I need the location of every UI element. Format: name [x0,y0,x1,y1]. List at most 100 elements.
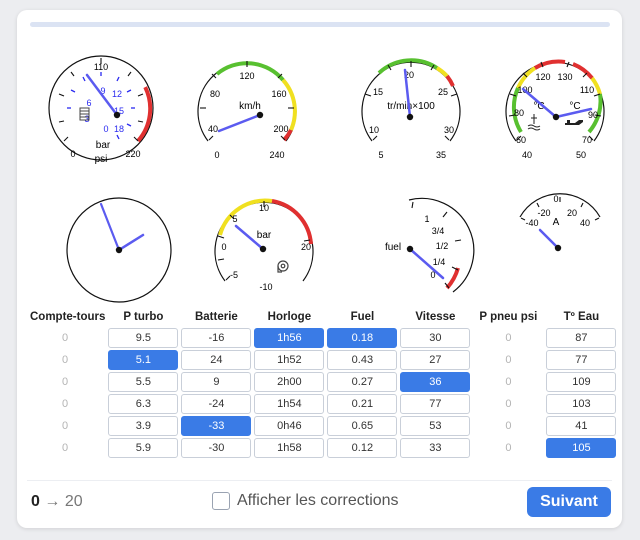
answer-cell: 0 [61,354,69,366]
gauge-tick-label: 70 [582,135,592,145]
gauge-temperature[interactable]: 40 60 80 100 120 130 110 90 70 50 °C °C [501,54,609,162]
quiz-card: 0 110 220 9 12 6 15 3 0 18 bar psi 40 80… [17,10,622,528]
answer-cell[interactable]: 0.27 [327,372,398,392]
answer-cell[interactable]: 1h52 [254,350,325,370]
gauge-tick-label: 5 [378,150,383,160]
answer-cell[interactable]: 9 [181,372,252,392]
table-row: 0 5.5 9 2h00 0.27 36 0 109 [30,372,617,392]
answer-cell[interactable]: 0.65 [327,416,398,436]
gauge-tick-label: 80 [210,89,220,99]
gauge-inner-tick-label: 0 [103,124,108,134]
answer-cell[interactable]: 0.21 [327,394,398,414]
answer-cell[interactable]: 41 [546,416,617,436]
answer-cell[interactable]: 30 [400,328,471,348]
answer-cell[interactable]: 77 [400,394,471,414]
gauge-tick-label: 80 [514,108,524,118]
answer-cell[interactable]: 1h58 [254,438,325,458]
answer-cell[interactable]: 109 [546,372,617,392]
gauge-tick-label: 15 [373,87,383,97]
gauge-tick-label: 220 [125,149,140,159]
gauge-needle [538,228,560,250]
answer-cell[interactable]: 24 [181,350,252,370]
answer-cell[interactable]: 5.1 [108,350,179,370]
answer-cell[interactable]: 3.9 [108,416,179,436]
gauge-tick-label: 35 [436,150,446,160]
table-row: 0 5.9 -30 1h58 0.12 33 0 105 [30,438,617,458]
gauge-unit-label: tr/min×100 [387,101,435,112]
column-header: Batterie [194,311,238,323]
answer-cell[interactable]: 6.3 [108,394,179,414]
answer-cell[interactable]: 5.9 [108,438,179,458]
answer-cell[interactable]: 0h46 [254,416,325,436]
gauge-unit-label: A [553,217,560,228]
answer-cell: 0 [61,442,69,454]
answer-cell: 0 [505,398,512,410]
answer-cell[interactable]: 27 [400,350,471,370]
question-counter: 0 → 20 [31,493,83,511]
answer-cell: 0 [505,442,512,454]
answer-cell[interactable]: 1h56 [254,328,325,348]
column-header: Fuel [350,311,375,323]
answer-table: Compte-tours P turbo Batterie Horloge Fu… [27,306,619,460]
answer-cell[interactable]: 77 [546,350,617,370]
gauge-tick-label: 130 [557,72,572,82]
answer-cell[interactable]: 36 [400,372,471,392]
answer-cell[interactable]: 0.43 [327,350,398,370]
answer-cell: 0 [61,376,69,388]
answer-cell: 0 [505,332,512,344]
gauge-tick-label: 60 [516,135,526,145]
answer-cell[interactable]: -33 [181,416,252,436]
answer-cell[interactable]: 87 [546,328,617,348]
gauge-tick-label: 25 [438,87,448,97]
gauge-tick-label: 110 [580,85,594,95]
answer-cell[interactable]: 9.5 [108,328,179,348]
answer-cell: 0 [61,420,69,432]
gauge-battery[interactable]: -40 -20 0 20 40 A [510,192,610,262]
show-corrections-toggle[interactable]: Afficher les corrections [212,492,399,510]
answer-cell[interactable]: 103 [546,394,617,414]
answer-cell[interactable]: 33 [400,438,471,458]
gauge-tick-label: 240 [269,150,284,160]
answer-cell: 0 [505,420,512,432]
gauge-tick-label: 160 [271,89,286,99]
answer-cell: 0 [505,354,512,366]
gauge-tick-label: 40 [580,218,590,228]
gauge-rpm[interactable]: 5 10 15 20 25 30 35 tr/min×100 [357,54,465,162]
gauge-unit-label: fuel [385,242,401,253]
column-header: Vitesse [415,311,456,323]
gauge-tick-label: 0 [221,242,226,252]
answer-cell[interactable]: 105 [546,438,617,458]
answer-cell[interactable]: -16 [181,328,252,348]
gauge-tick-label: 120 [239,71,254,81]
answer-cell[interactable]: 2h00 [254,372,325,392]
answer-cell[interactable]: 53 [400,416,471,436]
total-count: 20 [64,493,83,510]
gauge-boost-bar[interactable]: -10 -5 0 5 10 20 bar [210,194,318,302]
current-count: 0 [31,493,40,510]
answer-cell[interactable]: 0.12 [327,438,398,458]
gauge-tick-label: 30 [444,125,454,135]
corrections-label: Afficher les corrections [237,492,399,509]
gauge-turbo-psi[interactable]: 0 110 220 9 12 6 15 3 0 18 bar psi [47,54,155,165]
answer-cell[interactable]: 1h54 [254,394,325,414]
gauge-tick-label: 50 [576,150,586,160]
gauge-clock[interactable] [65,196,173,304]
gauge-inner-tick-label: 12 [112,89,122,99]
column-header: P turbo [123,311,164,323]
answer-cell[interactable]: 5.5 [108,372,179,392]
answer-cell[interactable]: -24 [181,394,252,414]
corrections-checkbox[interactable] [212,492,230,510]
column-header: Compte-tours [30,311,106,323]
gauge-tick-label: 0 [214,150,219,160]
gauge-tick-label: 1/4 [433,257,446,267]
answer-cell[interactable]: 0.18 [327,328,398,348]
answer-cell: 0 [61,332,69,344]
next-button[interactable]: Suivant [527,487,611,517]
gauge-speed[interactable]: 40 80 120 160 200 240 0 km/h [193,54,301,162]
gauge-tick-label: 200 [273,124,288,134]
gauge-fuel[interactable]: 0 1/4 1/2 3/4 1 fuel [369,196,477,304]
answer-cell[interactable]: -30 [181,438,252,458]
gauge-tick-label: 1 [424,214,429,224]
column-header: Tº Eau [563,311,600,323]
gauge-tick-label: 1/2 [436,241,449,251]
